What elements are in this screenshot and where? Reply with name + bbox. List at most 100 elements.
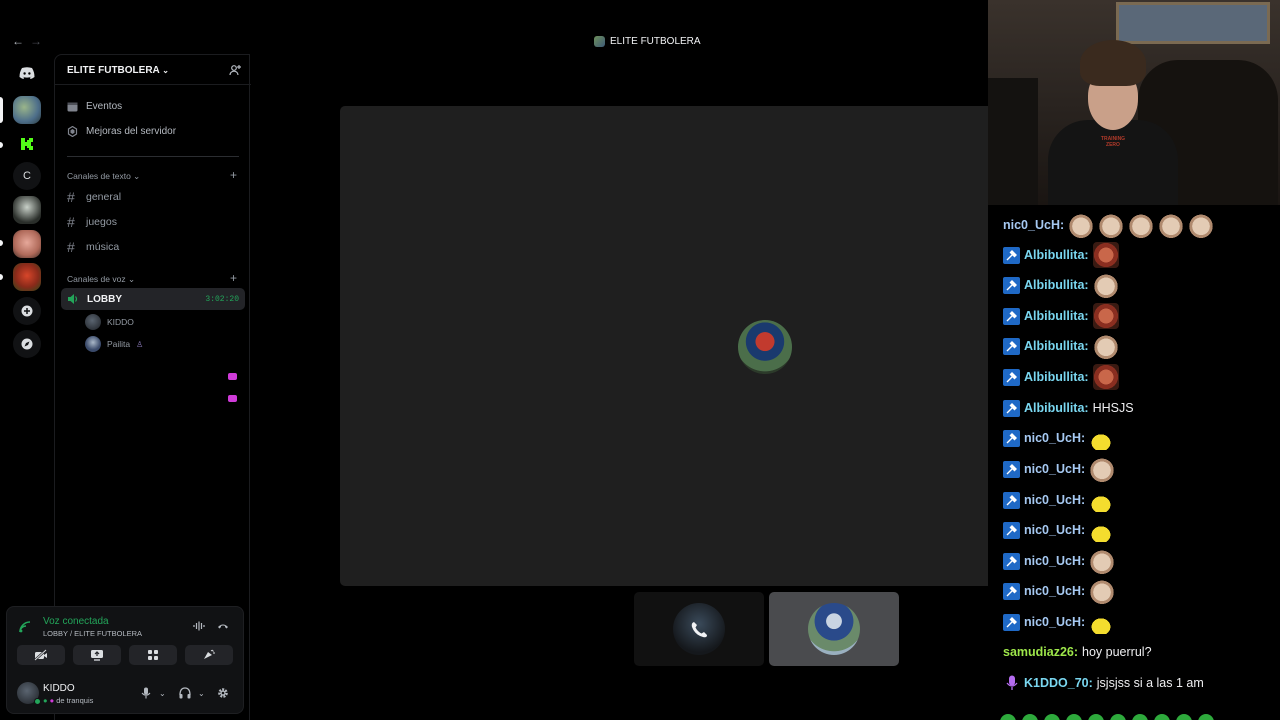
channel-general[interactable]: # general: [67, 189, 121, 205]
participant-tile-kiddo[interactable]: [634, 592, 764, 666]
cat-emote-icon[interactable]: [1158, 212, 1185, 238]
server-5-icon[interactable]: [13, 230, 41, 258]
cat-emote-icon[interactable]: [1092, 272, 1119, 298]
headphones-options-chevron-icon[interactable]: ⌄: [198, 689, 205, 698]
camera-button[interactable]: [17, 645, 65, 665]
forward-arrow-icon[interactable]: →: [30, 34, 42, 48]
face-emote-icon[interactable]: [1092, 303, 1119, 329]
server-header[interactable]: ELITE FUTBOLERA ⌄: [55, 55, 251, 85]
events-item[interactable]: Eventos: [67, 101, 122, 112]
chat-message[interactable]: Albibullita:: [1003, 270, 1119, 300]
server-boosts-label: Mejoras del servidor: [86, 126, 177, 137]
server-boosts-item[interactable]: Mejoras del servidor: [67, 126, 176, 137]
chat-message[interactable]: Albibullita: HHSJS: [1003, 393, 1134, 423]
cat-emote-icon[interactable]: [1098, 212, 1125, 238]
cat-emote-icon[interactable]: [1128, 212, 1155, 238]
emote-icon: [1022, 714, 1038, 720]
face-emote-icon[interactable]: [1092, 364, 1119, 390]
chat-username[interactable]: nic0_UcH:: [1024, 615, 1085, 629]
chat-username[interactable]: nic0_UcH:: [1024, 523, 1085, 537]
server-selected-pill: [0, 97, 3, 123]
server-name[interactable]: ELITE FUTBOLERA ⌄: [67, 65, 169, 76]
cat-emote-icon[interactable]: [1089, 548, 1116, 574]
channel-musica[interactable]: # música: [67, 239, 119, 255]
discover-icon[interactable]: [13, 330, 41, 358]
settings-button[interactable]: [217, 687, 229, 702]
text-category[interactable]: Canales de texto ⌄: [67, 171, 140, 182]
screen-share-button[interactable]: [73, 645, 121, 665]
create-text-channel-icon[interactable]: +: [230, 168, 237, 182]
chat-username[interactable]: nic0_UcH:: [1024, 554, 1085, 568]
duck-emote-icon[interactable]: [1089, 432, 1114, 450]
activities-button[interactable]: [129, 645, 177, 665]
duck-emote-icon[interactable]: [1089, 494, 1114, 512]
chat-message[interactable]: nic0_UcH:: [1003, 210, 1215, 240]
cat-emote-icon[interactable]: [1089, 456, 1116, 482]
chat-username[interactable]: nic0_UcH:: [1024, 493, 1085, 507]
server-elite-futbolera-icon[interactable]: [13, 96, 41, 124]
chat-message[interactable]: nic0_UcH:: [1003, 515, 1114, 545]
user-name[interactable]: KIDDO: [43, 683, 75, 694]
voice-category[interactable]: Canales de voz ⌄: [67, 274, 135, 285]
cat-emote-icon[interactable]: [1089, 578, 1116, 604]
chat-username[interactable]: nic0_UcH:: [1024, 431, 1085, 445]
cat-emote-icon[interactable]: [1068, 212, 1095, 238]
back-arrow-icon[interactable]: ←: [12, 34, 24, 48]
chat-message[interactable]: Albibullita:: [1003, 331, 1119, 361]
chat-message[interactable]: samudiaz26: hoy puerrul?: [1003, 637, 1152, 667]
chat-message[interactable]: Albibullita:: [1003, 362, 1119, 392]
duck-emote-icon[interactable]: [1089, 616, 1114, 634]
participant-tile-pailita[interactable]: [769, 592, 899, 666]
face-emote-icon[interactable]: [1092, 242, 1119, 268]
chat-username[interactable]: samudiaz26:: [1003, 645, 1078, 659]
chat-username[interactable]: Albibullita:: [1024, 248, 1089, 262]
invite-people-icon[interactable]: [229, 64, 241, 76]
chat-username[interactable]: K1DDO_70:: [1024, 676, 1093, 690]
chat-message[interactable]: Albibullita:: [1003, 301, 1119, 331]
chat-message[interactable]: nic0_UcH:: [1003, 454, 1116, 484]
add-server-icon[interactable]: [13, 297, 41, 325]
speaker-avatar[interactable]: [738, 320, 792, 374]
chat-username[interactable]: nic0_UcH:: [1024, 462, 1085, 476]
cat-emote-icon[interactable]: [1092, 333, 1119, 359]
create-voice-channel-icon[interactable]: +: [230, 271, 237, 285]
chat-username[interactable]: nic0_UcH:: [1003, 218, 1064, 232]
kick-server-icon[interactable]: [13, 130, 41, 158]
window-title: ELITE FUTBOLERA: [594, 36, 701, 47]
mic-options-chevron-icon[interactable]: ⌄: [159, 689, 166, 698]
chat-username[interactable]: Albibullita:: [1024, 370, 1089, 384]
voice-stage[interactable]: [340, 106, 988, 586]
chat-username[interactable]: Albibullita:: [1024, 339, 1089, 353]
discord-home-icon[interactable]: [13, 59, 41, 87]
chat-message[interactable]: nic0_UcH:: [1003, 423, 1114, 453]
user-status[interactable]: ● ● de tranquis: [43, 696, 93, 705]
headphones-button[interactable]: [179, 687, 191, 702]
chat-message[interactable]: nic0_UcH:: [1003, 485, 1114, 515]
voice-location[interactable]: LOBBY / ELITE FUTBOLERA: [43, 629, 142, 638]
microphone-button[interactable]: [141, 687, 151, 702]
chat-message[interactable]: Albibullita:: [1003, 240, 1119, 270]
server-6-icon[interactable]: [13, 263, 41, 291]
chat-message[interactable]: nic0_UcH:: [1003, 546, 1116, 576]
signal-icon[interactable]: [19, 621, 31, 633]
chat-message[interactable]: nic0_UcH:: [1003, 607, 1114, 637]
voice-channel-lobby[interactable]: LOBBY 3:02:20: [61, 288, 245, 310]
duck-emote-icon[interactable]: [1089, 524, 1114, 542]
cat-emote-icon[interactable]: [1188, 212, 1215, 238]
voice-connected-status[interactable]: Voz conectada: [43, 616, 109, 627]
disconnect-icon[interactable]: [217, 621, 229, 631]
channel-juegos[interactable]: # juegos: [67, 214, 117, 230]
chat-username[interactable]: Albibullita:: [1024, 309, 1089, 323]
noise-suppression-icon[interactable]: [193, 621, 205, 631]
soundboard-button[interactable]: [185, 645, 233, 665]
chat-message[interactable]: K1DDO_70: jsjsjss si a las 1 am: [1003, 668, 1204, 698]
chat-username[interactable]: Albibullita:: [1024, 278, 1089, 292]
chat-message[interactable]: nic0_UcH:: [1003, 576, 1116, 606]
chat-username[interactable]: Albibullita:: [1024, 401, 1089, 415]
voice-user-kiddo[interactable]: KIDDO: [85, 314, 134, 330]
emote-icon: [1154, 714, 1170, 720]
voice-user-pailita[interactable]: Pailita ♙: [85, 336, 143, 352]
chat-username[interactable]: nic0_UcH:: [1024, 584, 1085, 598]
server-4-icon[interactable]: [13, 196, 41, 224]
server-c-icon[interactable]: C: [13, 162, 41, 190]
